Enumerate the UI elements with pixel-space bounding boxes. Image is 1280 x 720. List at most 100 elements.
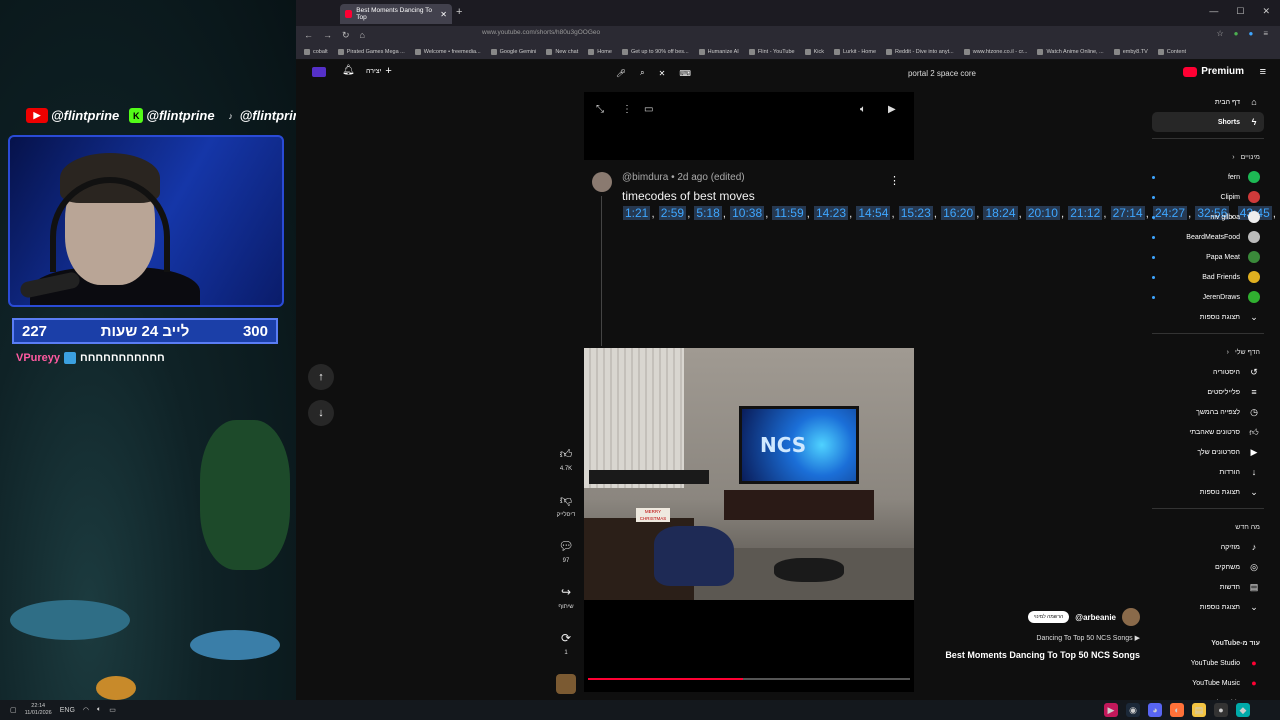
new-tab-icon[interactable]: + (456, 6, 462, 18)
bookmark-item[interactable]: Watch Anime Online, ... (1037, 48, 1104, 55)
you-header[interactable]: הדף שלי ‹ (1152, 342, 1264, 362)
account-avatar[interactable] (312, 67, 326, 77)
sidebar-channel[interactable]: fern (1152, 167, 1264, 187)
sidebar-item-music[interactable]: ♪ מוזיקה (1152, 537, 1264, 557)
create-button[interactable]: יצירה + (366, 65, 392, 77)
close-window-icon[interactable]: ✕ (1262, 6, 1270, 17)
comment-more-icon[interactable]: ⋮ (889, 174, 900, 187)
timecode-link[interactable]: 11:59 (772, 206, 806, 220)
timecode-link[interactable]: 18:24 (983, 206, 1018, 220)
comment-author[interactable]: @bimdura (622, 172, 668, 183)
file-explorer-icon[interactable]: ▤ (1192, 703, 1206, 717)
timecode-link[interactable]: 14:23 (813, 206, 848, 220)
sidebar-channel[interactable]: Papa Meat (1152, 247, 1264, 267)
bookmark-item[interactable]: Reddit - Dive into anyt... (886, 48, 954, 55)
sidebar-item-shorts[interactable]: ϟ Shorts (1152, 112, 1264, 132)
timecode-link[interactable]: 21:12 (1068, 206, 1103, 220)
forward-icon[interactable]: → (323, 30, 332, 40)
remix-button[interactable]: ⟳ 1 (554, 628, 578, 656)
url-field[interactable]: www.youtube.com/shorts/h80u3gOOGeo (482, 29, 600, 36)
show-more-you[interactable]: ⌄ תצוגת נוספות (1152, 482, 1264, 502)
search-input[interactable]: portal 2 space core (908, 69, 976, 78)
app-icon[interactable]: ◆ (1236, 703, 1250, 717)
bookmark-item[interactable]: Humanize AI (698, 48, 739, 55)
timecode-link[interactable]: 2:59 (658, 206, 687, 220)
bookmark-item[interactable]: Get up to 90% off bes... (621, 48, 689, 55)
discord-icon[interactable]: ◕ (1148, 703, 1162, 717)
bookmark-item[interactable]: www.htzone.co.il - cr... (963, 48, 1027, 55)
back-icon[interactable]: ← (304, 30, 313, 40)
like-button[interactable]: 👍︎ 4.7K (554, 444, 578, 473)
sidebar-item-watch-later[interactable]: ◷ לצפייה בהמשך (1152, 402, 1264, 422)
progress-bar[interactable] (588, 678, 910, 680)
search-icon[interactable]: ⌕ (640, 68, 644, 78)
language-indicator[interactable]: ENG (60, 707, 75, 714)
sidebar-item-liked-videos[interactable]: 👍︎ סרטונים שאהבתי (1152, 422, 1264, 442)
reload-icon[interactable]: ↻ (342, 30, 350, 41)
timecode-link[interactable]: 16:20 (941, 206, 976, 220)
timecode-link[interactable]: 15:23 (898, 206, 933, 220)
next-short-button[interactable]: ↓ (308, 400, 334, 426)
steam-icon[interactable]: ◉ (1126, 703, 1140, 717)
bookmark-item[interactable]: Kick (804, 48, 824, 55)
bookmark-item[interactable]: Welcome • freemedia... (414, 48, 481, 55)
hamburger-menu-icon[interactable]: ≡ (1260, 66, 1266, 78)
volume-icon[interactable]: 🔈︎ (860, 104, 866, 115)
firefox-icon[interactable]: ◐ (1170, 703, 1184, 717)
bookmark-item[interactable]: Content (1157, 48, 1186, 55)
play-icon[interactable]: ▶ (888, 104, 896, 115)
channel-name[interactable]: @arbeanie (1075, 613, 1116, 622)
timecode-link[interactable]: 20:10 (1025, 206, 1060, 220)
video-frame[interactable]: NCS MERRY CHRISTMAS (584, 348, 914, 600)
keyboard-icon[interactable]: ⌨ (679, 69, 691, 78)
captions-icon[interactable]: ▭ (644, 104, 653, 115)
timecode-link[interactable]: 10:38 (730, 206, 765, 220)
sound-thumbnail[interactable] (554, 674, 578, 694)
previous-short-button[interactable]: ↑ (308, 364, 334, 390)
obs-icon[interactable]: ● (1214, 703, 1228, 717)
sidebar-channel[interactable]: niv gilboa (1152, 207, 1264, 227)
tab-youtube[interactable]: Best Moments Dancing To Top ✕ (340, 4, 452, 24)
bookmark-item[interactable]: Home (588, 48, 612, 55)
clear-search-icon[interactable]: ✕ (659, 69, 666, 78)
song-link[interactable]: Dancing To Top 50 NCS Songs ▶ (910, 634, 1140, 642)
clock[interactable]: 22:14 11/01/2026 (25, 703, 52, 717)
youtube-logo[interactable]: Premium (1183, 66, 1244, 77)
sidebar-item-youtube-music[interactable]: ● YouTube Music (1152, 673, 1264, 693)
close-tab-icon[interactable]: ✕ (440, 10, 447, 19)
notifications-bell-icon[interactable]: 🔔︎ (342, 65, 355, 76)
wifi-icon[interactable]: ◠ (83, 706, 89, 714)
subscriptions-header[interactable]: מינויים ‹ (1152, 147, 1264, 167)
sidebar-item-history[interactable]: ↺ היסטוריה (1152, 362, 1264, 382)
bookmark-item[interactable]: cobalt (304, 48, 328, 55)
extension-icon[interactable]: ● (1248, 29, 1253, 38)
show-more-subscriptions[interactable]: ⌄ תצוגת נוספות (1152, 307, 1264, 327)
home-icon[interactable]: ⌂ (360, 30, 365, 40)
bookmark-item[interactable]: Google Gemini (490, 48, 536, 55)
sidebar-channel[interactable]: Bad Friends (1152, 267, 1264, 287)
sidebar-item-gaming[interactable]: ◎ משחקים (1152, 557, 1264, 577)
timecode-link[interactable]: 14:54 (856, 206, 891, 220)
timecode-link[interactable]: 5:18 (694, 206, 722, 220)
bookmark-star-icon[interactable]: ☆ (1216, 29, 1223, 38)
sidebar-item-playlists[interactable]: ≡ פלייליסטים (1152, 382, 1264, 402)
sidebar-channel[interactable]: BeardMeatsFood (1152, 227, 1264, 247)
sidebar-channel[interactable]: JerenDraws (1152, 287, 1264, 307)
bookmark-item[interactable]: Pirated Games Mega ... (337, 48, 405, 55)
dislike-button[interactable]: 👎︎ דיסלייק (554, 490, 578, 519)
comments-button[interactable]: 💬︎ 97 (554, 536, 578, 564)
comment-avatar[interactable] (592, 172, 612, 192)
sidebar-item-news[interactable]: ▤ חדשות (1152, 577, 1264, 597)
channel-avatar[interactable] (1122, 608, 1140, 626)
fullscreen-icon[interactable]: ⤡ (596, 104, 604, 115)
minimize-icon[interactable]: — (1209, 6, 1218, 17)
bookmark-item[interactable]: New chat (546, 48, 578, 55)
volume-tray-icon[interactable]: 🔈︎ (97, 706, 101, 714)
bookmark-item[interactable]: Flint - YouTube (748, 48, 795, 55)
sidebar-item-downloads[interactable]: ↓ הורדות (1152, 462, 1264, 482)
battery-icon[interactable]: ▭ (109, 706, 116, 714)
media-player-icon[interactable]: ▶ (1104, 703, 1118, 717)
extension-icon[interactable]: ● (1234, 29, 1239, 38)
more-options-icon[interactable]: ⋮ (622, 104, 632, 115)
menu-icon[interactable]: ≡ (1263, 29, 1268, 38)
